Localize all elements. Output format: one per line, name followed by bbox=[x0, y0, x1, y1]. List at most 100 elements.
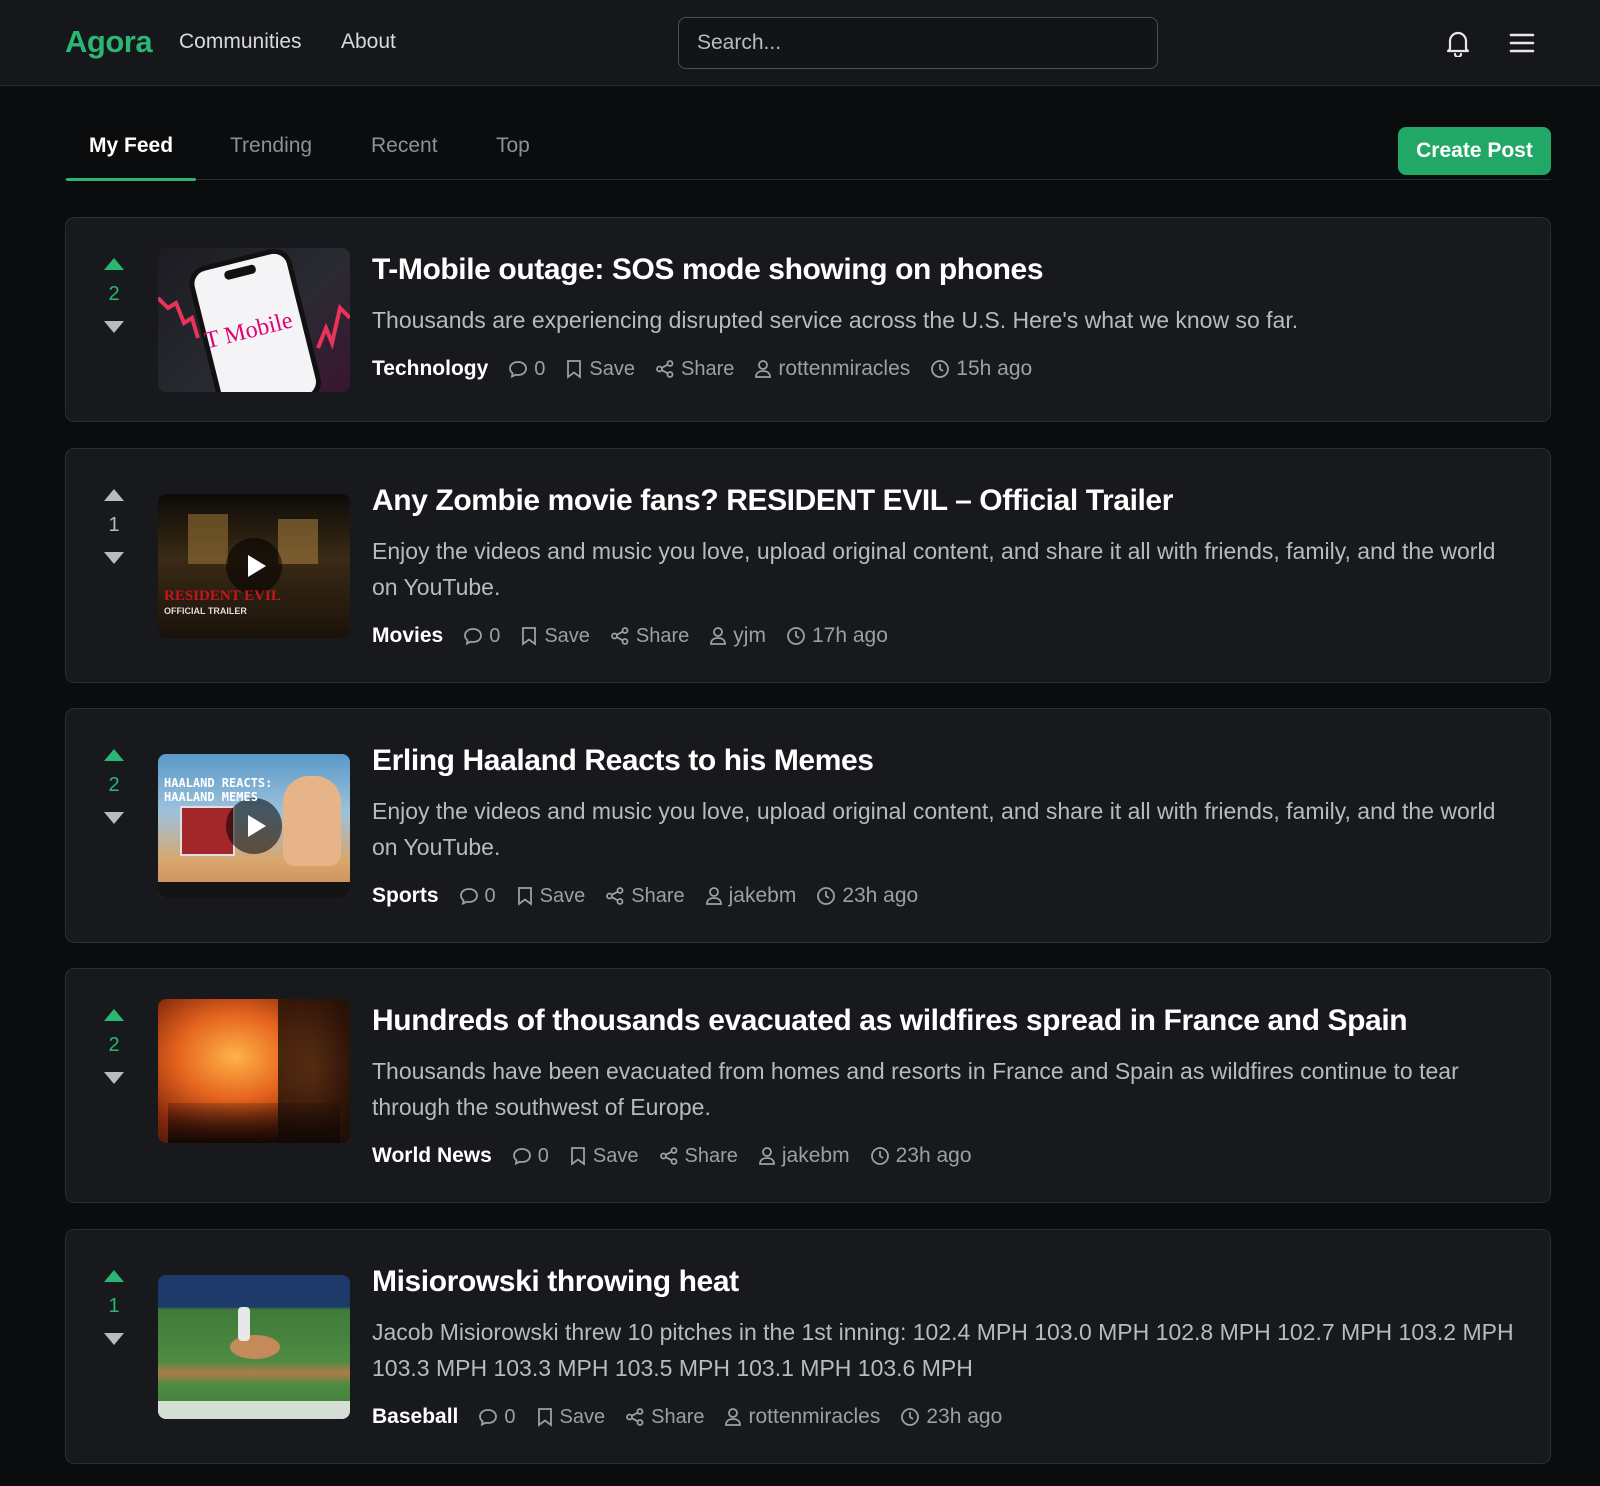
upvote-icon[interactable] bbox=[104, 1270, 124, 1282]
upvote-icon[interactable] bbox=[104, 489, 124, 501]
comment-count: 0 bbox=[489, 624, 501, 647]
comments-link[interactable]: 0 bbox=[512, 1145, 549, 1168]
thumbnail-subcaption: OFFICIAL TRAILER bbox=[164, 606, 247, 616]
post-card: 1 RESIDENT EVIL OFFICIAL TRAILER Any Zom… bbox=[65, 448, 1551, 683]
menu-icon[interactable] bbox=[1505, 26, 1539, 60]
firefighters-silhouette bbox=[168, 1103, 340, 1143]
comments-link[interactable]: 0 bbox=[478, 1405, 516, 1429]
post-title[interactable]: Any Zombie movie fans? RESIDENT EVIL – O… bbox=[372, 483, 1520, 519]
share-label: Share bbox=[681, 357, 735, 380]
author-link[interactable]: yjm bbox=[709, 624, 766, 648]
post-category[interactable]: Movies bbox=[372, 624, 443, 648]
vote-score: 2 bbox=[108, 774, 120, 796]
play-icon[interactable] bbox=[226, 538, 282, 594]
tab-top[interactable]: Top bbox=[496, 134, 530, 180]
downvote-icon[interactable] bbox=[104, 812, 124, 824]
share-button[interactable]: Share bbox=[659, 1145, 738, 1168]
vote-control: 2 bbox=[99, 749, 129, 824]
upvote-icon[interactable] bbox=[104, 1009, 124, 1021]
share-label: Share bbox=[651, 1405, 705, 1428]
post-meta: Technology 0 Save Share rottenmiracles 1… bbox=[372, 354, 1520, 384]
search-input[interactable] bbox=[678, 17, 1158, 69]
bell-icon[interactable] bbox=[1441, 26, 1475, 60]
post-description: Thousands are experiencing disrupted ser… bbox=[372, 307, 1299, 333]
post-meta: Movies 0 Save Share yjm 17h ago bbox=[372, 621, 1520, 651]
save-button[interactable]: Save bbox=[516, 885, 585, 908]
downvote-icon[interactable] bbox=[104, 1333, 124, 1345]
downvote-icon[interactable] bbox=[104, 1072, 124, 1084]
brand-logo[interactable]: Agora bbox=[65, 24, 153, 60]
save-button[interactable]: Save bbox=[520, 625, 590, 648]
post-thumbnail[interactable] bbox=[158, 1275, 350, 1419]
tab-trending[interactable]: Trending bbox=[230, 134, 312, 180]
nav-about[interactable]: About bbox=[341, 30, 396, 54]
post-title[interactable]: T-Mobile outage: SOS mode showing on pho… bbox=[372, 252, 1520, 288]
post-description: Enjoy the videos and music you love, upl… bbox=[372, 538, 1496, 600]
author-link[interactable]: jakebm bbox=[705, 884, 796, 908]
share-button[interactable]: Share bbox=[625, 1406, 704, 1429]
upvote-icon[interactable] bbox=[104, 258, 124, 270]
clock-icon bbox=[787, 627, 805, 645]
comments-link[interactable]: 0 bbox=[463, 625, 500, 648]
share-icon bbox=[611, 627, 629, 645]
player-figure bbox=[238, 1307, 250, 1341]
create-post-button[interactable]: Create Post bbox=[1398, 127, 1551, 175]
post-category[interactable]: Sports bbox=[372, 884, 439, 908]
post-title[interactable]: Hundreds of thousands evacuated as wildf… bbox=[372, 1003, 1520, 1039]
author-link[interactable]: jakebm bbox=[758, 1144, 850, 1168]
post-thumbnail[interactable]: HAALAND REACTS: HAALAND MEMES bbox=[158, 754, 350, 898]
post-description: Jacob Misiorowski threw 10 pitches in th… bbox=[372, 1319, 1514, 1381]
post-category[interactable]: Technology bbox=[372, 357, 488, 381]
share-button[interactable]: Share bbox=[605, 885, 685, 908]
downvote-icon[interactable] bbox=[104, 321, 124, 333]
author-link[interactable]: rottenmiracles bbox=[754, 357, 910, 381]
save-button[interactable]: Save bbox=[565, 358, 635, 381]
comments-link[interactable]: 0 bbox=[508, 358, 545, 381]
comment-count: 0 bbox=[504, 1405, 516, 1428]
post-title[interactable]: Misiorowski throwing heat bbox=[372, 1264, 1520, 1300]
save-label: Save bbox=[592, 1144, 639, 1167]
author-link[interactable]: rottenmiracles bbox=[724, 1405, 880, 1429]
post-category[interactable]: World News bbox=[372, 1144, 492, 1168]
post-time: 23h ago bbox=[926, 1405, 1003, 1428]
post-thumbnail[interactable] bbox=[158, 999, 350, 1143]
comments-link[interactable]: 0 bbox=[459, 885, 496, 908]
share-icon bbox=[659, 1147, 677, 1165]
share-icon bbox=[606, 887, 624, 905]
share-button[interactable]: Share bbox=[610, 625, 689, 648]
person-figure bbox=[283, 776, 341, 866]
post-content: Hundreds of thousands evacuated as wildf… bbox=[372, 1003, 1520, 1171]
post-description: Enjoy the videos and music you love, upl… bbox=[372, 798, 1496, 860]
post-timestamp: 17h ago bbox=[786, 624, 888, 648]
user-icon bbox=[725, 1408, 742, 1426]
post-timestamp: 23h ago bbox=[870, 1144, 972, 1168]
post-card: 1 Misiorowski throwing heat Jacob Misior… bbox=[65, 1229, 1551, 1464]
post-card: 2 T Mobile T-Mobile outage: SOS mode sho… bbox=[65, 217, 1551, 422]
vote-score: 2 bbox=[108, 283, 120, 305]
save-button[interactable]: Save bbox=[536, 1406, 605, 1429]
comment-count: 0 bbox=[484, 884, 496, 907]
share-label: Share bbox=[684, 1144, 738, 1167]
play-icon[interactable] bbox=[226, 798, 282, 854]
tab-my-feed[interactable]: My Feed bbox=[65, 134, 197, 181]
post-time: 15h ago bbox=[956, 357, 1033, 380]
user-icon bbox=[755, 360, 772, 378]
window-decoration bbox=[278, 519, 318, 564]
post-title[interactable]: Erling Haaland Reacts to his Memes bbox=[372, 743, 1520, 779]
post-meta: Baseball 0 Save Share rottenmiracles 23h… bbox=[372, 1402, 1520, 1432]
comment-icon bbox=[512, 1148, 531, 1166]
post-thumbnail[interactable]: T Mobile bbox=[158, 248, 350, 392]
comment-count: 0 bbox=[534, 357, 546, 380]
post-timestamp: 15h ago bbox=[930, 357, 1032, 381]
post-card: 2 HAALAND REACTS: HAALAND MEMES Erling H… bbox=[65, 708, 1551, 943]
post-thumbnail[interactable]: RESIDENT EVIL OFFICIAL TRAILER bbox=[158, 494, 350, 638]
share-button[interactable]: Share bbox=[655, 358, 734, 381]
upvote-icon[interactable] bbox=[104, 749, 124, 761]
post-timestamp: 23h ago bbox=[816, 884, 918, 908]
downvote-icon[interactable] bbox=[104, 552, 124, 564]
save-button[interactable]: Save bbox=[569, 1145, 639, 1168]
nav-communities[interactable]: Communities bbox=[179, 30, 302, 54]
post-category[interactable]: Baseball bbox=[372, 1405, 458, 1429]
tab-recent[interactable]: Recent bbox=[371, 134, 438, 180]
comment-icon bbox=[464, 628, 483, 646]
